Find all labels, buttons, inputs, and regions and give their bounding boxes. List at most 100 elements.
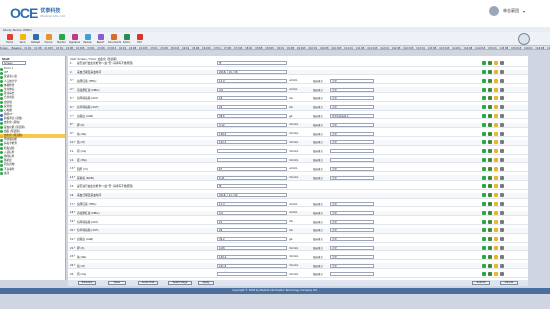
note-icon[interactable] bbox=[494, 140, 498, 145]
add-query-icon[interactable] bbox=[482, 228, 486, 233]
field-input[interactable]: 24 bbox=[217, 105, 287, 110]
significance-select[interactable]: 正常 bbox=[330, 122, 374, 127]
note-icon[interactable] bbox=[494, 131, 498, 136]
visit-tab[interactable]: C12 D1 bbox=[380, 47, 389, 49]
history-icon[interactable] bbox=[500, 175, 504, 180]
field-input[interactable]: 4.12 bbox=[217, 122, 287, 127]
history-icon[interactable] bbox=[500, 149, 504, 154]
significance-select[interactable]: 正常 bbox=[330, 202, 374, 207]
note-icon[interactable] bbox=[494, 149, 498, 154]
visit-tab[interactable]: C6 D1 bbox=[182, 47, 189, 49]
visit-tab[interactable]: C1 D1 bbox=[24, 47, 31, 49]
field-input[interactable]: 18 bbox=[217, 96, 287, 101]
add-query-icon[interactable] bbox=[482, 131, 486, 136]
note-icon[interactable] bbox=[494, 272, 498, 277]
add-query-icon[interactable] bbox=[482, 210, 486, 215]
significance-select[interactable]: 正常 bbox=[330, 140, 374, 145]
view-icon[interactable] bbox=[488, 78, 492, 83]
visit-tab[interactable]: C3 D1 bbox=[88, 47, 95, 49]
significance-select[interactable]: 正常 bbox=[330, 210, 374, 215]
visit-tab[interactable]: C14 D8 bbox=[464, 47, 473, 49]
history-icon[interactable] bbox=[500, 61, 504, 66]
history-icon[interactable] bbox=[500, 87, 504, 92]
field-input[interactable]: 4.08 bbox=[217, 246, 287, 251]
note-icon[interactable] bbox=[494, 70, 498, 75]
visit-tab[interactable]: C7 D8 bbox=[224, 47, 231, 49]
view-icon[interactable] bbox=[488, 202, 492, 207]
field-input[interactable]: 138.6 bbox=[217, 131, 287, 136]
history-icon[interactable] bbox=[500, 114, 504, 119]
add-query-icon[interactable] bbox=[482, 263, 486, 268]
view-icon[interactable] bbox=[488, 149, 492, 154]
add-query-icon[interactable] bbox=[482, 96, 486, 101]
toolbar-documents-button[interactable]: Documents bbox=[108, 34, 121, 44]
submit-button[interactable]: Submit bbox=[472, 281, 490, 285]
history-icon[interactable] bbox=[500, 193, 504, 198]
visit-tab[interactable]: C5 D1 bbox=[151, 47, 158, 49]
history-icon[interactable] bbox=[500, 131, 504, 136]
toolbar-home-button[interactable]: Home bbox=[4, 34, 15, 44]
visit-tab[interactable]: C15 D1 bbox=[488, 47, 497, 49]
previous-button[interactable]: Previous bbox=[78, 281, 96, 285]
visit-tab[interactable]: C6 D15 bbox=[202, 47, 211, 49]
history-icon[interactable] bbox=[500, 122, 504, 127]
toolbar-source-button[interactable]: Source bbox=[43, 34, 54, 44]
visit-tab[interactable]: C13 D15 bbox=[439, 47, 449, 49]
add-query-icon[interactable] bbox=[482, 87, 486, 92]
view-icon[interactable] bbox=[488, 61, 492, 66]
significance-select[interactable]: 正常 bbox=[330, 175, 374, 180]
history-icon[interactable] bbox=[500, 166, 504, 171]
view-icon[interactable] bbox=[488, 158, 492, 163]
visit-tab[interactable]: C11 D15 bbox=[367, 47, 377, 49]
field-input[interactable]: 139.4 bbox=[217, 254, 287, 259]
field-input[interactable]: 26 bbox=[217, 228, 287, 233]
field-input[interactable]: 4.0 bbox=[217, 210, 287, 215]
view-icon[interactable] bbox=[488, 114, 492, 119]
significance-select[interactable]: 正常 bbox=[330, 105, 374, 110]
history-icon[interactable] bbox=[500, 210, 504, 215]
add-query-icon[interactable] bbox=[482, 193, 486, 198]
add-query-icon[interactable] bbox=[482, 78, 486, 83]
view-icon[interactable] bbox=[488, 246, 492, 251]
history-icon[interactable] bbox=[500, 246, 504, 251]
field-input[interactable]: 101.8 bbox=[217, 263, 287, 268]
significance-select[interactable]: 正常 bbox=[330, 166, 374, 171]
field-input[interactable]: 11.3 bbox=[217, 202, 287, 207]
visit-select[interactable]: Screen bbox=[2, 61, 26, 65]
note-icon[interactable] bbox=[494, 246, 498, 251]
history-icon[interactable] bbox=[500, 254, 504, 259]
add-query-icon[interactable] bbox=[482, 166, 486, 171]
visit-tab[interactable]: C12 D15 bbox=[403, 47, 413, 49]
add-query-icon[interactable] bbox=[482, 61, 486, 66]
visit-tab[interactable]: C4 D8 bbox=[129, 47, 136, 49]
significance-select[interactable]: 正常 bbox=[330, 237, 374, 242]
note-icon[interactable] bbox=[494, 122, 498, 127]
view-icon[interactable] bbox=[488, 131, 492, 136]
select-page-dropdown[interactable]: Select Page bbox=[168, 281, 192, 285]
visit-tab[interactable]: C15 D8 bbox=[500, 47, 509, 49]
history-icon[interactable] bbox=[500, 219, 504, 224]
toolbar-review-button[interactable]: Review bbox=[82, 34, 93, 44]
note-icon[interactable] bbox=[494, 96, 498, 101]
audit-trail-button[interactable]: Audit Trail bbox=[138, 281, 158, 285]
visit-tab[interactable]: C2 D8 bbox=[66, 47, 73, 49]
field-input[interactable]: 102.4 bbox=[217, 140, 287, 145]
note-icon[interactable] bbox=[494, 175, 498, 180]
note-icon[interactable] bbox=[494, 184, 498, 189]
view-icon[interactable] bbox=[488, 193, 492, 198]
zoom-icon[interactable] bbox=[518, 33, 530, 45]
toolbar-admin-button[interactable]: Admin bbox=[121, 34, 132, 44]
visit-tab[interactable]: C14 D1 bbox=[452, 47, 461, 49]
visit-tab[interactable]: C4 D15 bbox=[139, 47, 148, 49]
toolbar-exit-button[interactable]: Exit bbox=[134, 34, 145, 44]
visit-tab[interactable]: C8 D15 bbox=[265, 47, 274, 49]
field-input[interactable]: 2018- / 11 / 09 bbox=[217, 193, 287, 198]
note-icon[interactable] bbox=[494, 228, 498, 233]
view-icon[interactable] bbox=[488, 254, 492, 259]
field-input[interactable]: 21 bbox=[217, 219, 287, 224]
visit-tab[interactable]: C4 D1 bbox=[119, 47, 126, 49]
significance-select[interactable]: 正常 bbox=[330, 96, 374, 101]
visit-tab[interactable]: Screen. bbox=[0, 47, 9, 49]
note-icon[interactable] bbox=[494, 78, 498, 83]
field-input[interactable]: 12.9 bbox=[217, 78, 287, 83]
